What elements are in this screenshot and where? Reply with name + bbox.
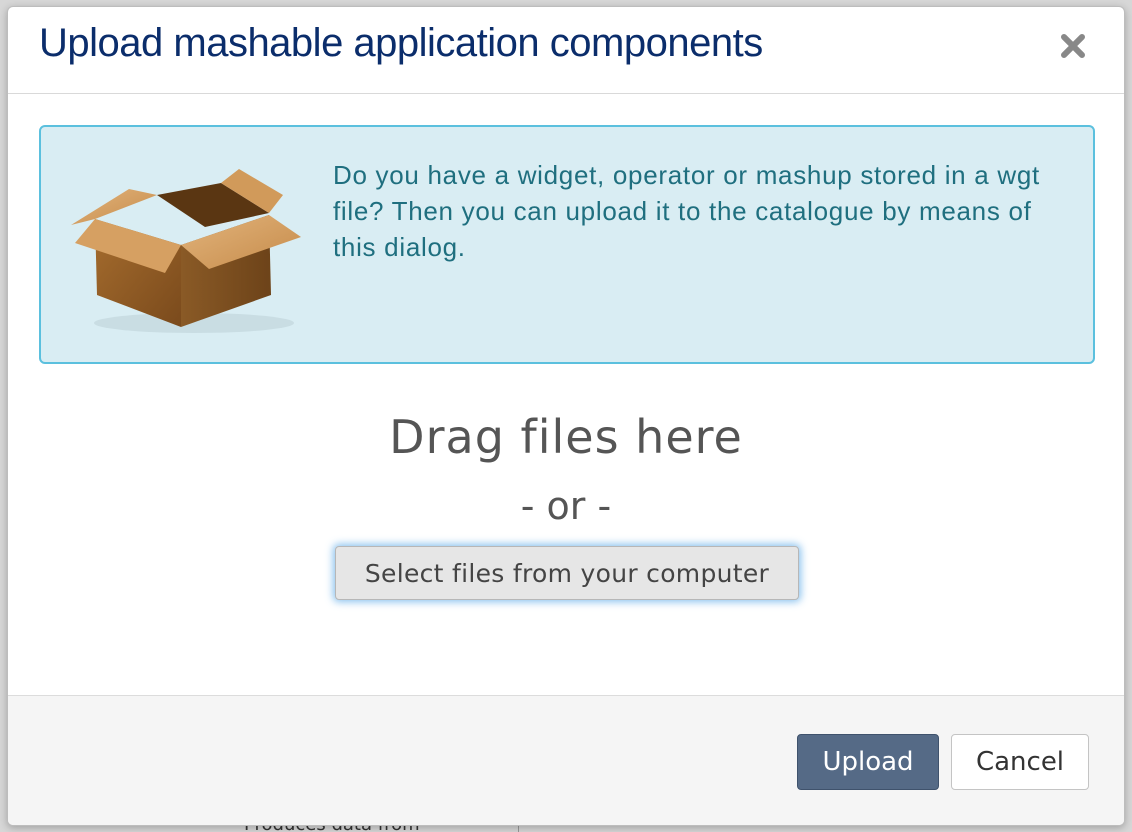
open-box-icon — [71, 169, 301, 333]
cancel-button[interactable]: Cancel — [951, 734, 1089, 790]
dialog-body: Do you have a widget, operator or mashup… — [8, 94, 1124, 695]
background-divider — [518, 826, 519, 832]
drop-zone-separator: - or - — [520, 484, 612, 528]
dialog-footer: Upload Cancel — [8, 695, 1124, 825]
drop-zone-heading: Drag files here — [389, 410, 743, 464]
info-alert: Do you have a widget, operator or mashup… — [39, 125, 1095, 364]
upload-button[interactable]: Upload — [797, 734, 939, 790]
dialog-title: Upload mashable application components — [39, 21, 763, 65]
info-text: Do you have a widget, operator or mashup… — [333, 160, 1040, 262]
select-files-button[interactable]: Select files from your computer — [335, 546, 799, 600]
close-icon — [1061, 34, 1085, 58]
upload-dialog: Upload mashable application components D… — [7, 6, 1125, 826]
close-button[interactable] — [1056, 29, 1090, 63]
dialog-header: Upload mashable application components — [8, 7, 1124, 94]
